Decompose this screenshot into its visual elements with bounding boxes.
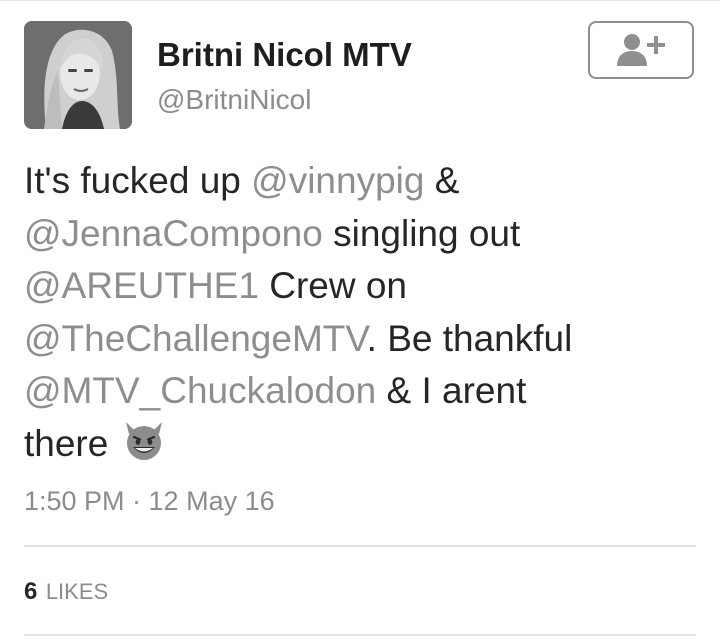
tweet-line: It's fucked up @vinnypig & — [24, 155, 696, 208]
likes-stat[interactable]: 6 LIKES — [24, 578, 108, 606]
tweet-text: It's fucked up @vinnypig & @JennaCompono… — [24, 155, 696, 476]
tweet-line: there — [24, 418, 696, 477]
tweet-text-segment: . Be thankful — [366, 317, 573, 359]
tweet-line: @MTV_Chuckalodon & I arent — [24, 365, 696, 418]
mention-link[interactable]: @vinnypig — [251, 160, 424, 201]
likes-label: LIKES — [45, 579, 109, 604]
tweet-timestamp: 1:50 PM · 12 May 16 — [24, 486, 275, 516]
divider-top — [24, 545, 696, 547]
tweet-text-segment: & — [424, 160, 460, 201]
tweet-text-segment: & I arent — [376, 370, 527, 411]
user-handle[interactable]: @BritniNicol — [157, 84, 311, 116]
mention-link[interactable]: @MTV_Chuckalodon — [24, 370, 376, 411]
mention-link[interactable]: @AREUTHE1 — [24, 265, 259, 306]
avatar-photo — [24, 21, 132, 129]
tweet-text-segment: singling out — [322, 212, 521, 254]
tweet-line: @JennaCompono singling out — [24, 208, 696, 261]
add-user-icon — [617, 34, 665, 66]
likes-count: 6 — [24, 578, 38, 605]
follow-button[interactable] — [588, 21, 694, 79]
divider-bottom — [24, 634, 696, 636]
top-divider — [0, 0, 720, 1]
tweet-text-segment: Crew on — [258, 265, 407, 306]
mention-link[interactable]: @TheChallengeMTV — [24, 318, 367, 359]
tweet-text-segment: there — [24, 422, 109, 464]
display-name[interactable]: Britni Nicol MTV — [157, 36, 412, 74]
mention-link[interactable]: @JennaCompono — [24, 213, 323, 254]
tweet-text-segment: It's fucked up — [24, 160, 252, 201]
smiling-devil-icon — [121, 418, 167, 477]
tweet-line: @AREUTHE1 Crew on — [24, 260, 696, 313]
tweet-line: @TheChallengeMTV. Be thankful — [24, 313, 696, 366]
avatar[interactable] — [24, 21, 132, 129]
